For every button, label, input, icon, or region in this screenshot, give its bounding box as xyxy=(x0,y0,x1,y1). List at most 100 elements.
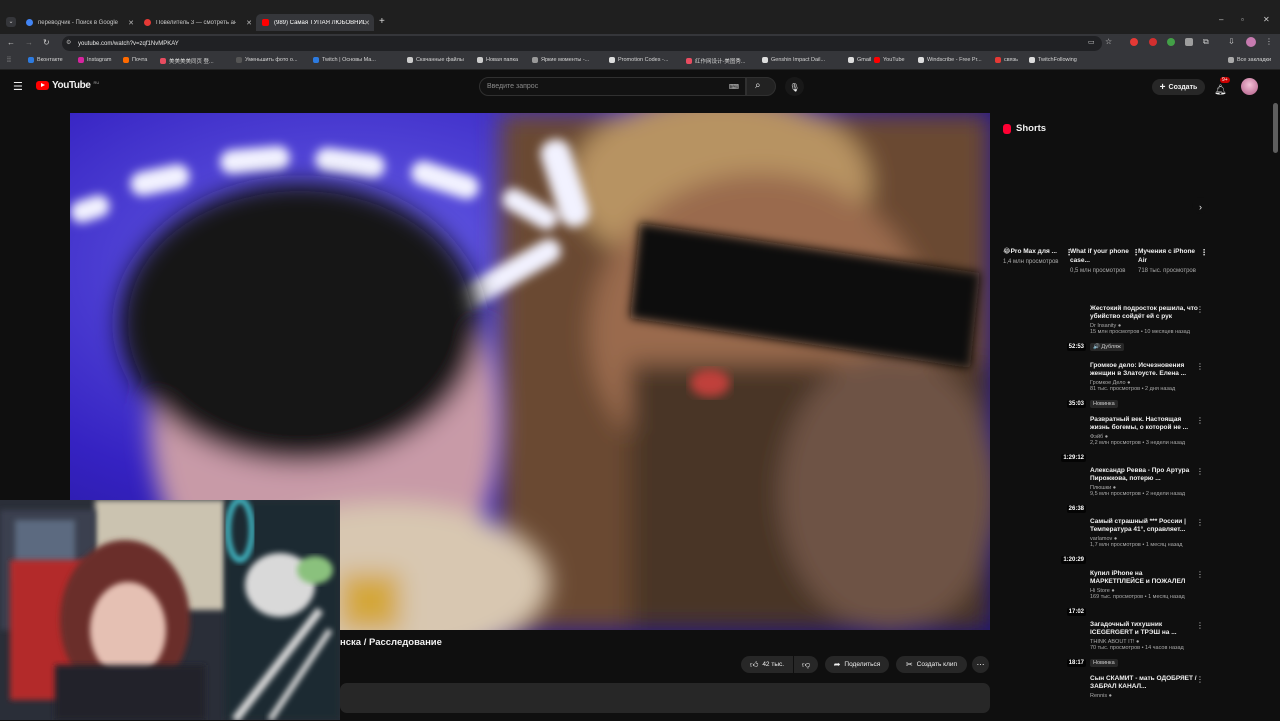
bookmark-item[interactable]: связь xyxy=(995,57,1018,63)
short-item[interactable]: What if your phone case... 0,5 млн просм… xyxy=(1070,248,1140,275)
bookmark-item[interactable]: Twitch | Основы Ма... xyxy=(313,57,376,63)
video-title[interactable]: Загадочный тихушник ICEGERGERT и ТРЭШ на… xyxy=(1090,621,1198,638)
bookmark-star-icon[interactable]: ☆ xyxy=(1105,37,1112,46)
notifications-button[interactable]: 🔔︎ 9+ xyxy=(1214,77,1230,98)
dislike-button[interactable]: 👎︎ xyxy=(794,656,818,673)
bookmark-item[interactable]: Gmail xyxy=(848,57,871,63)
apps-grid-icon[interactable]: ⁞⁞ xyxy=(7,57,11,64)
more-actions-button[interactable]: ⋯ xyxy=(972,656,989,673)
bookmark-item[interactable]: Яркие моменты -... xyxy=(532,57,589,63)
recommended-video[interactable]: 26:38 Александр Ревва - Про Артура Пирожк… xyxy=(1003,467,1204,517)
extensions-puzzle-icon[interactable]: ⧉ xyxy=(1203,37,1209,47)
bookmark-item[interactable]: 红作网设计-美图秀... xyxy=(686,57,745,65)
youtube-logo[interactable]: YouTube RU xyxy=(36,80,99,91)
recommended-video[interactable]: 35:03 Громкое дело: Исчезновения женщин в… xyxy=(1003,362,1204,412)
address-bar[interactable]: ⚙ youtube.com/watch?v=zqf1NvMPKAY xyxy=(62,36,1102,51)
video-thumbnail[interactable]: 26:38 xyxy=(1003,467,1086,513)
share-button[interactable]: ➦ Поделиться xyxy=(825,656,889,673)
recommended-video[interactable]: Сын СКАМИТ - мать ОДОБРЯЕТ / ЗАБРАЛ КАНА… xyxy=(1003,675,1204,721)
video-thumbnail[interactable]: 35:03 xyxy=(1003,362,1086,408)
voice-search-button[interactable]: 🎙 xyxy=(785,77,804,96)
bookmark-favicon-icon xyxy=(313,57,319,63)
keyboard-icon[interactable]: ⌨ xyxy=(729,83,739,91)
more-vertical-icon[interactable]: ⋮ xyxy=(1200,248,1208,259)
maximize-icon[interactable]: ▫ xyxy=(1241,15,1244,24)
video-title[interactable]: Жестокий подросток решила, что убийство … xyxy=(1090,305,1198,322)
extension-icon[interactable] xyxy=(1149,38,1157,46)
tab-close-icon[interactable]: ✕ xyxy=(364,19,370,27)
bookmark-item[interactable]: Promotion Codes -... xyxy=(609,57,668,63)
video-thumbnail[interactable]: 18:17 xyxy=(1003,621,1086,667)
bookmark-item[interactable]: Новая папка xyxy=(477,57,518,63)
more-vertical-icon[interactable]: ⋮ xyxy=(1196,305,1204,314)
search-button[interactable]: ⌕ xyxy=(746,77,776,96)
profile-avatar[interactable] xyxy=(1246,37,1256,47)
close-window-icon[interactable]: ✕ xyxy=(1263,15,1270,24)
more-vertical-icon[interactable]: ⋮ xyxy=(1196,675,1204,684)
browser-menu-icon[interactable]: ⋮ xyxy=(1265,37,1273,46)
video-thumbnail[interactable]: 52:53 xyxy=(1003,305,1086,351)
video-thumbnail[interactable] xyxy=(1003,675,1086,721)
new-tab-button[interactable]: + xyxy=(379,16,385,27)
browser-tab-youtube[interactable]: (989) Самая ТУПАЯ ЛЮБОВНИЦА ✕ xyxy=(256,14,374,31)
search-input[interactable]: Введите запрос ⌨ xyxy=(479,77,746,96)
more-vertical-icon[interactable]: ⋮ xyxy=(1196,467,1204,476)
extension-icon[interactable] xyxy=(1167,38,1175,46)
recommended-video[interactable]: 17:02 Купил iPhone на МАРКЕТПЛЕЙСЕ и ПОЖА… xyxy=(1003,570,1204,620)
channel-name[interactable]: Rennis ● xyxy=(1090,693,1198,699)
recommended-video[interactable]: 1:20:29 Самый страшный *** России | Темпе… xyxy=(1003,518,1204,568)
like-button[interactable]: 👍︎ 42 тыс. xyxy=(741,656,793,673)
video-title[interactable]: Громкое дело: Исчезновения женщин в Злат… xyxy=(1090,362,1198,379)
shorts-next-button[interactable]: › xyxy=(1192,197,1209,214)
video-title[interactable]: Купил iPhone на МАРКЕТПЛЕЙСЕ и ПОЖАЛЕЛ xyxy=(1090,570,1198,587)
tab-search-icon[interactable]: ⌄ xyxy=(6,17,16,27)
video-title[interactable]: Самый страшный *** России | Температура … xyxy=(1090,518,1198,535)
extension-icon[interactable] xyxy=(1185,38,1193,46)
account-avatar[interactable] xyxy=(1241,78,1258,95)
bookmark-item[interactable]: YouTube xyxy=(874,57,905,63)
tab-close-icon[interactable]: ✕ xyxy=(246,19,252,27)
video-title[interactable]: Александр Ревва - Про Артура Пирожкова, … xyxy=(1090,467,1198,484)
bookmark-item[interactable]: Genshin Impact Dail... xyxy=(762,57,825,63)
bookmark-item[interactable]: Уменьшить фото о... xyxy=(236,57,298,63)
more-vertical-icon[interactable]: ⋮ xyxy=(1196,362,1204,371)
more-vertical-icon[interactable]: ⋮ xyxy=(1196,416,1204,425)
recommended-video[interactable]: 1:29:12 Развратный век. Настоящая жизнь б… xyxy=(1003,416,1204,466)
hamburger-menu-icon[interactable]: ☰ xyxy=(13,80,23,93)
more-vertical-icon[interactable]: ⋮ xyxy=(1196,621,1204,630)
bookmark-item[interactable]: Instagram xyxy=(78,57,111,63)
more-vertical-icon[interactable]: ⋮ xyxy=(1196,518,1204,527)
video-thumbnail[interactable]: 1:20:29 xyxy=(1003,518,1086,564)
install-app-icon[interactable]: ▭ xyxy=(1088,38,1095,46)
site-info-icon[interactable]: ⚙ xyxy=(66,39,71,46)
recommended-video[interactable]: 52:53 Жестокий подросток решила, что убий… xyxy=(1003,305,1204,355)
video-thumbnail[interactable]: 17:02 xyxy=(1003,570,1086,616)
back-icon[interactable]: ← xyxy=(7,38,15,47)
video-title[interactable]: Развратный век. Настоящая жизнь богемы, … xyxy=(1090,416,1198,433)
browser-tab-anime[interactable]: Повелитель 3 — смотреть аниме ✕ xyxy=(138,14,256,31)
video-thumbnail[interactable]: 1:29:12 xyxy=(1003,416,1086,462)
tab-close-icon[interactable]: ✕ xyxy=(128,19,134,27)
downloads-icon[interactable]: ⇩ xyxy=(1228,37,1235,46)
video-title[interactable]: Сын СКАМИТ - мать ОДОБРЯЕТ / ЗАБРАЛ КАНА… xyxy=(1090,675,1198,692)
bookmark-item[interactable]: Вконтакте xyxy=(28,57,63,63)
bookmark-item[interactable]: TwitchFollowing xyxy=(1029,57,1077,63)
page-scrollbar[interactable] xyxy=(1273,103,1278,153)
recommended-video[interactable]: 18:17 Загадочный тихушник ICEGERGERT и ТР… xyxy=(1003,621,1204,671)
forward-icon[interactable]: → xyxy=(25,38,33,47)
create-clip-button[interactable]: ✂ Создать клип xyxy=(896,656,967,673)
more-vertical-icon[interactable]: ⋮ xyxy=(1196,570,1204,579)
minimize-icon[interactable]: – xyxy=(1219,15,1223,24)
bookmark-item[interactable]: 美美美美同页 登... xyxy=(160,57,214,65)
short-item[interactable]: Мучения с iPhone Air 718 тыс. просмотров… xyxy=(1138,248,1208,275)
video-description-box[interactable] xyxy=(340,683,990,713)
extension-icon[interactable] xyxy=(1130,38,1138,46)
bookmark-item[interactable]: Почта xyxy=(123,57,147,63)
create-button[interactable]: + Создать xyxy=(1152,79,1205,95)
reload-icon[interactable]: ↻ xyxy=(43,38,50,47)
all-bookmarks-link[interactable]: Все закладки xyxy=(1228,57,1271,63)
short-item[interactable]: 😂Pro Max для ... 1,4 млн просмотров ⋮ xyxy=(1003,248,1073,267)
bookmark-item[interactable]: Скачанные файлы xyxy=(407,57,464,63)
bookmark-item[interactable]: Windscribe - Free Pr... xyxy=(918,57,982,63)
browser-tab-google[interactable]: переводчик - Поиск в Google ✕ xyxy=(20,14,138,31)
